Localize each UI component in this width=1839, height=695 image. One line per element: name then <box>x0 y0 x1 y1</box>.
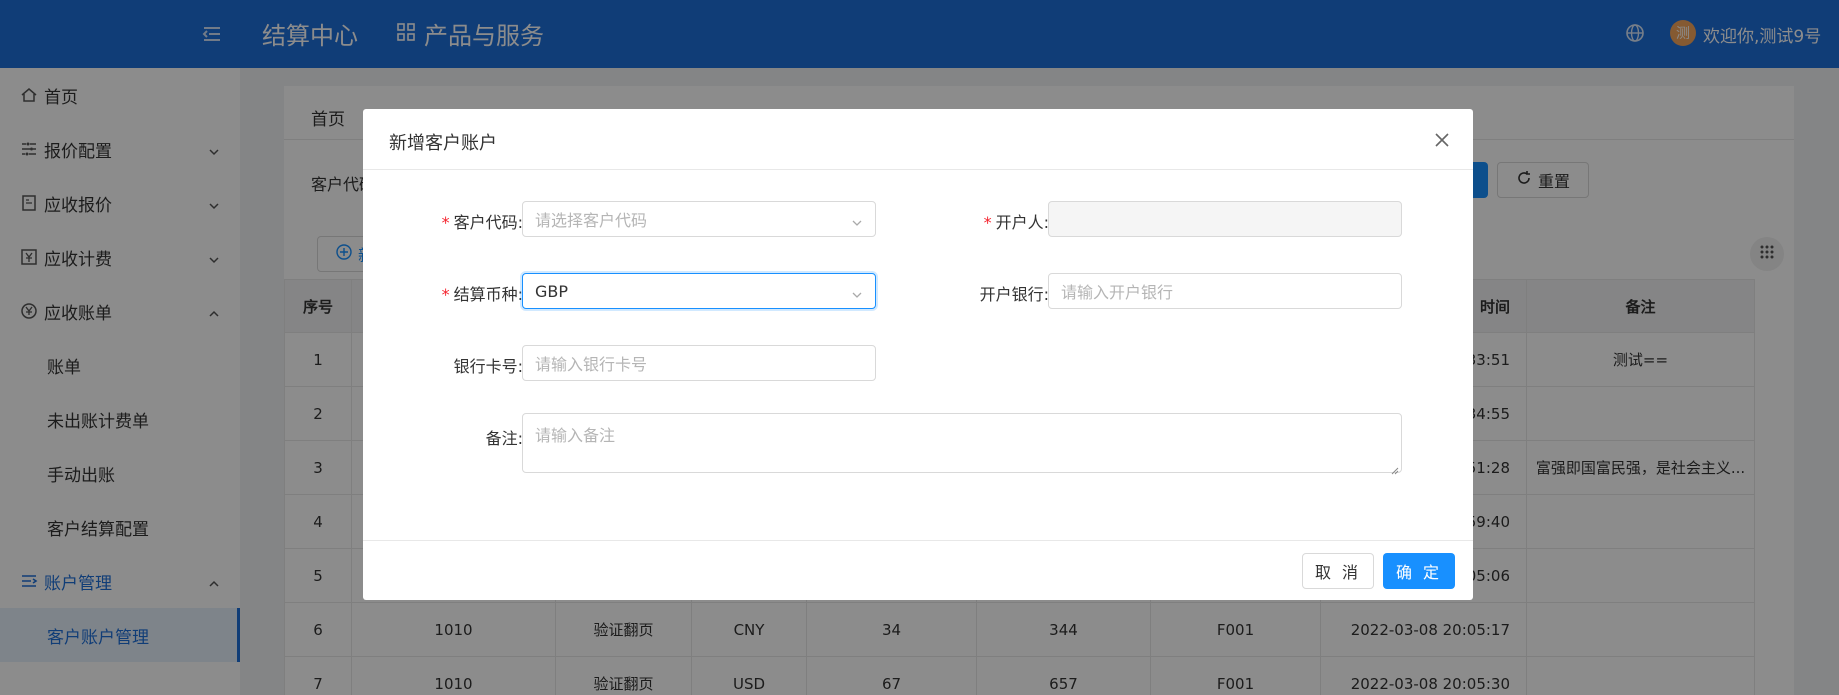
account-holder-input <box>1048 201 1402 237</box>
placeholder: 请输入备注 <box>535 426 616 445</box>
remark-label: 备注: <box>485 429 523 448</box>
card-number-input[interactable]: 请输入银行卡号 <box>522 345 876 381</box>
currency-label: * 结算币种: <box>413 281 523 305</box>
divider <box>363 169 1473 170</box>
placeholder: 请选择客户代码 <box>535 211 648 230</box>
placeholder: 请输入银行卡号 <box>535 355 648 374</box>
chevron-down-icon <box>851 214 863 226</box>
label-text: 客户代码: <box>453 213 523 232</box>
currency-select[interactable]: GBP <box>522 273 876 309</box>
close-icon[interactable] <box>1433 131 1451 149</box>
chevron-down-icon <box>851 286 863 298</box>
remark-textarea[interactable]: 请输入备注 <box>522 413 1402 475</box>
label-text: 开户人: <box>995 213 1049 232</box>
add-customer-account-dialog: 新增客户账户 * 客户代码: 请选择客户代码 * 开户人: * 结算币种: GBP 开… <box>363 109 1473 600</box>
account-holder-label: * 开户人: <box>943 209 1049 233</box>
resize-handle-icon[interactable] <box>1389 460 1399 475</box>
label-text: 结算币种: <box>453 285 523 304</box>
customer-code-select[interactable]: 请选择客户代码 <box>522 201 876 237</box>
required-mark: * <box>441 213 450 232</box>
card-number-label: 银行卡号: <box>453 357 523 376</box>
bank-label: 开户银行: <box>979 285 1049 304</box>
divider <box>363 540 1473 541</box>
required-mark: * <box>441 285 450 304</box>
value: GBP <box>535 281 569 301</box>
placeholder: 请输入开户银行 <box>1061 283 1174 302</box>
confirm-button[interactable]: 确 定 <box>1383 553 1455 589</box>
bank-input[interactable]: 请输入开户银行 <box>1048 273 1402 309</box>
customer-code-label: * 客户代码: <box>423 209 523 233</box>
required-mark: * <box>983 213 992 232</box>
dialog-title: 新增客户账户 <box>389 133 497 154</box>
cancel-button[interactable]: 取 消 <box>1302 553 1374 589</box>
